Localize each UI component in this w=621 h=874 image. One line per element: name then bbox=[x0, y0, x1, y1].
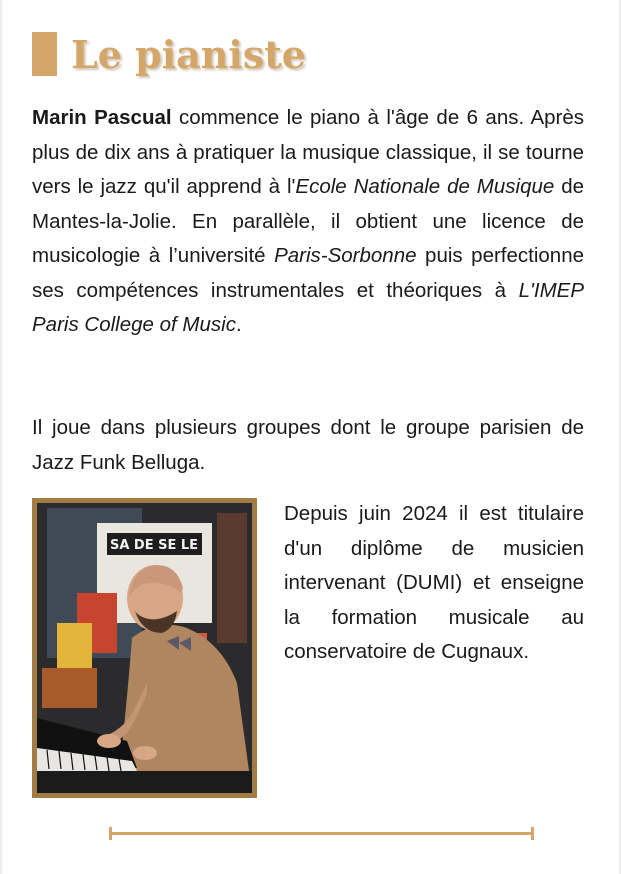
university-name: Paris-Sorbonne bbox=[274, 244, 417, 267]
pianist-name: Marin Pascual bbox=[32, 106, 172, 129]
pianist-photo-frame: SA DE SE LE bbox=[32, 498, 257, 798]
page: Le pianiste Marin Pascual commence le pi… bbox=[0, 0, 621, 874]
bio-paragraph-3: Depuis juin 2024 il est titulaire d'un d… bbox=[284, 502, 584, 663]
divider-cap-left bbox=[109, 827, 112, 840]
title-row: Le pianiste bbox=[32, 30, 306, 78]
bio-paragraph-2: Il joue dans plusieurs groupes dont le g… bbox=[32, 416, 584, 474]
school-name: Ecole Nationale de Musique bbox=[295, 175, 555, 198]
poster-text: SA DE SE LE bbox=[110, 538, 198, 553]
pianist-photo: SA DE SE LE bbox=[37, 503, 252, 793]
footer-divider bbox=[109, 827, 534, 840]
bio-text-4: . bbox=[235, 313, 242, 336]
pianist-illustration: SA DE SE LE bbox=[37, 503, 252, 793]
title-accent-bar bbox=[32, 32, 57, 76]
divider-cap-right bbox=[531, 827, 534, 840]
bio-paragraph-1: Marin Pascual commence le piano à l'âge … bbox=[32, 101, 584, 343]
page-title: Le pianiste bbox=[71, 31, 306, 77]
